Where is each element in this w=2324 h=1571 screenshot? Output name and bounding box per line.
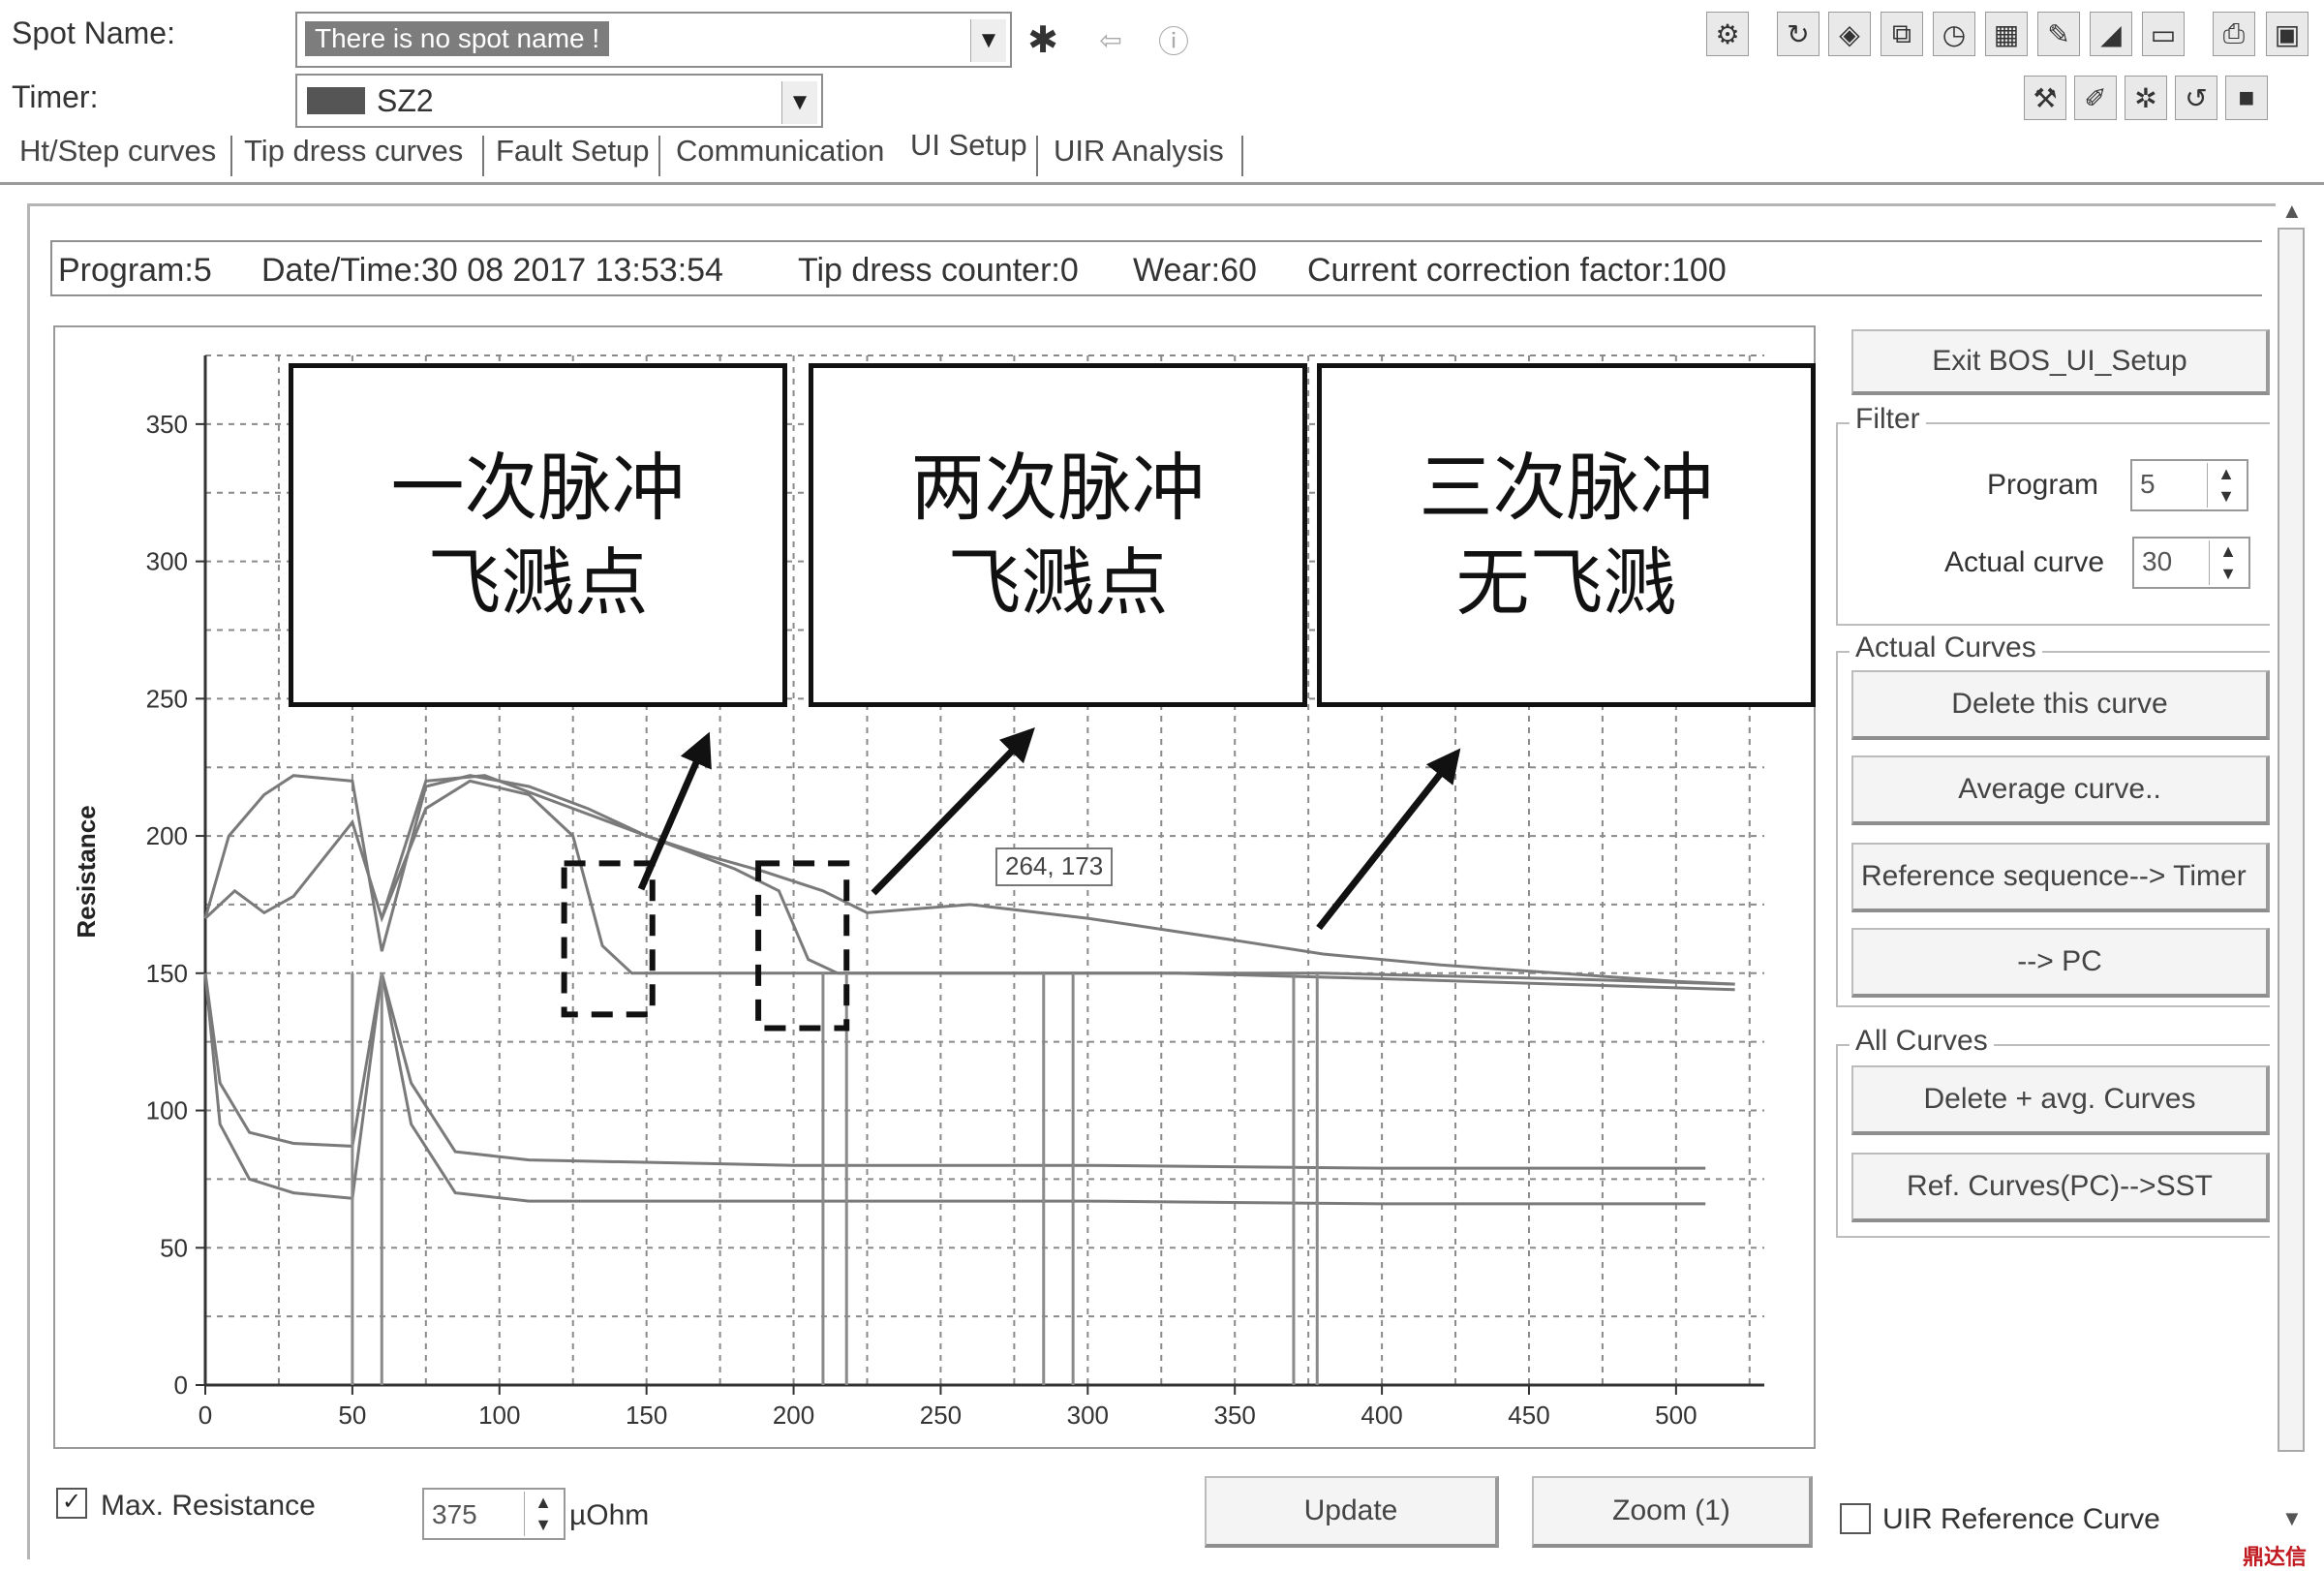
y-tick-label: 100: [146, 1096, 188, 1125]
unit-label: µOhm: [569, 1499, 650, 1531]
program-spinbox[interactable]: 5 ▲ ▼: [2130, 459, 2248, 511]
annotation-3-line2: 无飞溅: [1455, 539, 1677, 626]
actual-curve-value: 30: [2142, 546, 2173, 576]
annotation-arrow-1: [637, 731, 712, 891]
x-tick-label: 250: [920, 1401, 962, 1430]
annotation-2-line1: 两次脉冲: [910, 444, 1206, 531]
uir-reference-checkbox[interactable]: [1840, 1503, 1871, 1534]
x-tick-label: 150: [626, 1401, 667, 1430]
max-resistance-checkbox[interactable]: ✓: [56, 1488, 87, 1519]
series-line-4: [203, 972, 1706, 1170]
spin-arrows-icon[interactable]: ▲ ▼: [524, 1492, 562, 1536]
y-axis-label: Resistance: [72, 805, 101, 938]
x-tick-label: 450: [1508, 1401, 1549, 1430]
max-resistance-value: 375: [432, 1499, 477, 1529]
delete-curve-button[interactable]: Delete this curve: [1851, 670, 2270, 740]
watermark: 鼎达信: [2237, 1540, 2313, 1570]
annotation-3-line1: 三次脉冲: [1419, 444, 1714, 531]
y-tick-label: 50: [160, 1233, 188, 1262]
annotation-box-2: 两次脉冲 飞溅点: [809, 363, 1307, 707]
x-tick-label: 100: [478, 1401, 520, 1430]
y-tick-label: 250: [146, 684, 188, 713]
max-resistance-spinbox[interactable]: 375 ▲ ▼: [422, 1488, 566, 1540]
annotation-box-1: 一次脉冲 飞溅点: [289, 363, 787, 707]
max-resistance-label: Max. Resistance: [101, 1490, 316, 1522]
average-curve-button[interactable]: Average curve..: [1851, 755, 2270, 825]
y-tick-label: 150: [146, 959, 188, 988]
update-button[interactable]: Update: [1205, 1476, 1499, 1548]
annotation-arrow-3: [1316, 748, 1461, 931]
x-tick-label: 350: [1214, 1401, 1256, 1430]
actual-curve-spinbox[interactable]: 30 ▲ ▼: [2132, 537, 2250, 589]
y-tick-label: 300: [146, 547, 188, 576]
y-tick-label: 0: [174, 1371, 188, 1400]
x-tick-label: 300: [1067, 1401, 1109, 1430]
all-curves-title: All Curves: [1850, 1025, 1994, 1058]
exit-setup-button[interactable]: Exit BOS_UI_Setup: [1851, 329, 2270, 395]
filter-group: [1836, 422, 2270, 626]
filter-group-title: Filter: [1850, 403, 1926, 436]
spin-arrows-icon[interactable]: ▲ ▼: [2209, 540, 2247, 585]
x-tick-label: 50: [338, 1401, 366, 1430]
reference-sequence-button[interactable]: Reference sequence--> Timer: [1851, 843, 2270, 912]
annotation-1-line2: 飞溅点: [427, 539, 649, 626]
annotation-box-3: 三次脉冲 无飞溅: [1317, 363, 1816, 707]
program-label: Program: [1987, 469, 2099, 501]
actual-curve-label: Actual curve: [1944, 546, 2105, 578]
x-tick-label: 0: [199, 1401, 212, 1430]
actual-curves-title: Actual Curves: [1850, 631, 2042, 664]
annotation-1-line1: 一次脉冲: [390, 444, 686, 531]
x-tick-label: 500: [1655, 1401, 1697, 1430]
x-tick-label: 400: [1361, 1401, 1402, 1430]
ref-curves-to-sst-button[interactable]: Ref. Curves(PC)-->SST: [1851, 1153, 2270, 1222]
to-pc-button[interactable]: --> PC: [1851, 928, 2270, 998]
uir-reference-label: UIR Reference Curve: [1882, 1503, 2160, 1535]
series-line-2: [203, 779, 1735, 986]
x-tick-label: 200: [773, 1401, 814, 1430]
program-value: 5: [2140, 469, 2156, 499]
y-tick-label: 200: [146, 821, 188, 850]
cursor-tooltip: 264, 173: [995, 847, 1114, 886]
spin-arrows-icon[interactable]: ▲ ▼: [2207, 463, 2245, 508]
series-line-1: [203, 774, 1735, 986]
delete-avg-curves-button[interactable]: Delete + avg. Curves: [1851, 1065, 2270, 1135]
annotation-2-line2: 飞溅点: [947, 539, 1169, 626]
y-tick-label: 350: [146, 410, 188, 439]
zoom-button[interactable]: Zoom (1): [1532, 1476, 1813, 1548]
